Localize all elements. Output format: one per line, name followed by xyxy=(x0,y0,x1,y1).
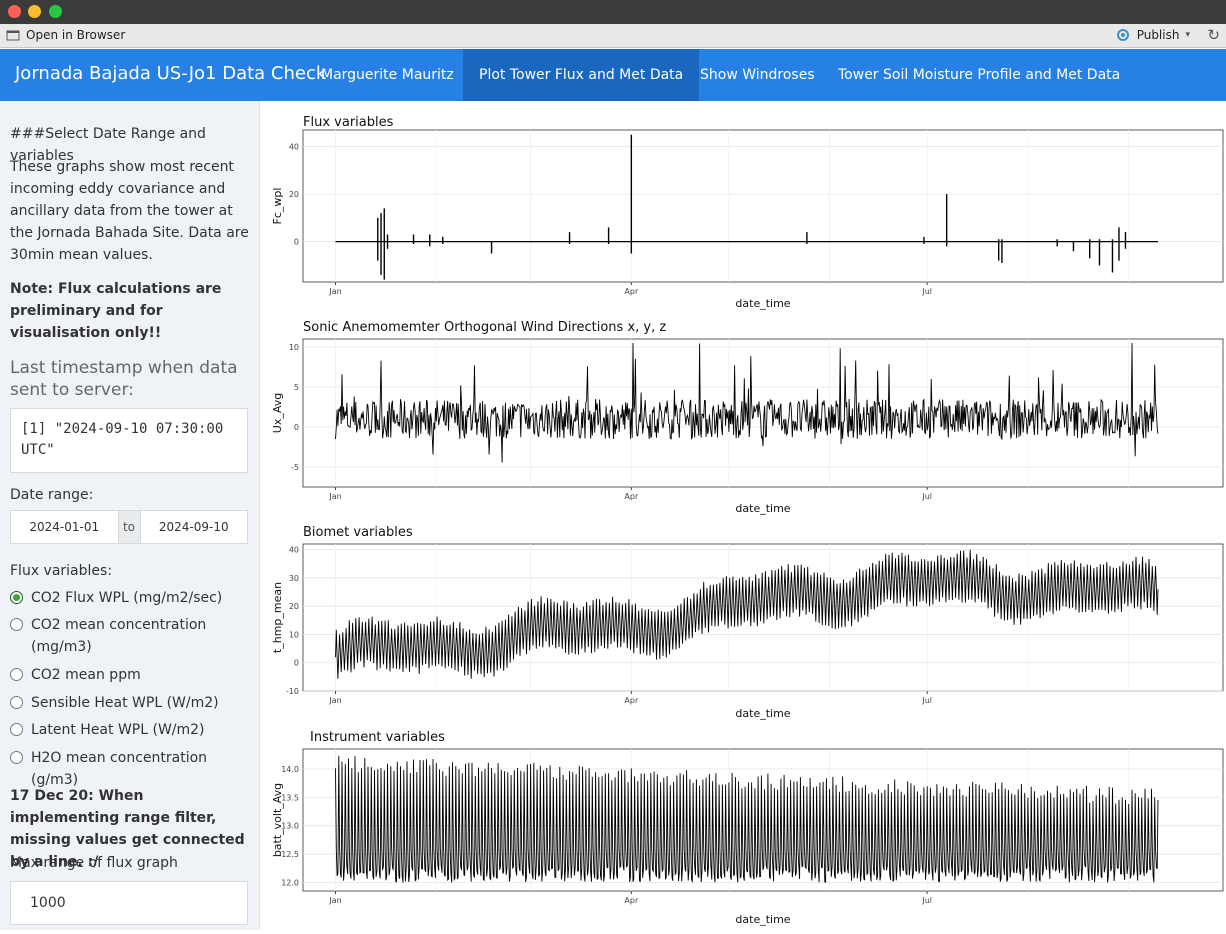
radio-icon[interactable] xyxy=(10,618,23,631)
publish-button[interactable]: Publish ▾ xyxy=(1115,28,1190,42)
y-axis-label: batt_volt_Avg xyxy=(271,783,284,857)
x-axis-label: date_time xyxy=(735,913,790,926)
y-tick-label: 10 xyxy=(289,630,299,639)
flux-option-label: CO2 Flux WPL (mg/m2/sec) xyxy=(31,590,223,606)
date-end-input[interactable]: 2024-09-10 xyxy=(141,511,248,543)
flux-option-label: CO2 mean concentration (mg/m3) xyxy=(31,617,207,655)
x-tick-label: Jul xyxy=(921,492,932,501)
y-axis-label: Fc_wpl xyxy=(271,188,284,225)
chart-1: Flux variables 0 20 40 Jan Apr Jul date_time Fc_… xyxy=(271,115,1224,310)
tab-show-windroses[interactable]: Show Windroses xyxy=(684,49,831,101)
close-window-button[interactable] xyxy=(8,5,21,18)
y-tick-label: 0 xyxy=(294,423,299,432)
x-axis-label: date_time xyxy=(735,297,790,310)
y-tick-label: 20 xyxy=(289,190,299,199)
chart-4: Instrument variables12.012.513.013.514.0… xyxy=(271,730,1224,926)
x-tick-label: Jul xyxy=(921,896,932,905)
y-tick-label: 14.0 xyxy=(281,765,299,774)
chart-3: Biomet variables -10 0 10 20 30 40 Jan Apr Jul dat… xyxy=(271,525,1224,720)
x-tick-label: Jan xyxy=(328,896,341,905)
x-axis-label: date_time xyxy=(735,502,790,515)
open-in-browser-label: Open in Browser xyxy=(26,28,126,42)
open-in-browser-button[interactable]: Open in Browser xyxy=(6,28,125,42)
flux-option-co2-flux[interactable]: CO2 Flux WPL (mg/m2/sec) xyxy=(10,587,250,609)
open-browser-icon xyxy=(6,30,20,41)
publish-label: Publish xyxy=(1136,28,1180,42)
flux-option-co2-concentration[interactable]: CO2 mean concentration (mg/m3) xyxy=(10,614,250,658)
y-axis-label: Ux_Avg xyxy=(271,393,284,433)
flux-variables-label: Flux variables: xyxy=(10,563,113,579)
y-tick-label: 0 xyxy=(294,659,299,668)
x-tick-label: Apr xyxy=(624,492,639,501)
max-range-label: Max range of flux graph xyxy=(10,855,178,871)
last-timestamp-output: [1] "2024-09-10 07:30:00 UTC" xyxy=(10,408,248,473)
y-tick-label: 0 xyxy=(294,238,299,247)
minimize-window-button[interactable] xyxy=(28,5,41,18)
y-tick-label: 12.0 xyxy=(281,878,299,887)
chart-title: Flux variables xyxy=(303,115,394,130)
plot-frame xyxy=(302,543,1224,692)
tab-marguerite-mauritz[interactable]: Marguerite Mauritz xyxy=(305,49,470,101)
tab-soil-moisture[interactable]: Tower Soil Moisture Profile and Met Data xyxy=(822,49,1136,101)
x-tick-label: Apr xyxy=(624,896,639,905)
plots-panel: Flux variables 0 20 40 Jan Apr Jul date_time Fc_… xyxy=(268,101,1226,930)
y-tick-label: 10 xyxy=(289,343,299,352)
y-axis-label: t_hmp_mean xyxy=(271,582,284,653)
viewer-toolbar: Open in Browser Publish ▾ ↻ xyxy=(0,24,1226,48)
radio-icon[interactable] xyxy=(10,751,23,764)
x-tick-label: Apr xyxy=(624,287,639,296)
chart-title: Instrument variables xyxy=(310,730,445,745)
radio-icon[interactable] xyxy=(10,696,23,709)
date-to-label: to xyxy=(117,511,141,543)
date-start-input[interactable]: 2024-01-01 xyxy=(11,511,118,543)
y-tick-label: 30 xyxy=(289,574,299,583)
x-tick-label: Jul xyxy=(921,287,932,296)
date-range-input: 2024-01-01 to 2024-09-10 xyxy=(10,510,248,544)
window-titlebar xyxy=(0,0,1226,24)
flux-option-label: Sensible Heat WPL (W/m2) xyxy=(31,695,219,711)
navbar: Jornada Bajada US-Jo1 Data Check Marguer… xyxy=(0,49,1226,101)
max-range-input[interactable]: 1000 xyxy=(10,881,248,925)
y-tick-label: 20 xyxy=(289,602,299,611)
flux-option-label: CO2 mean ppm xyxy=(31,667,141,683)
plots-svg: Flux variables 0 20 40 Jan Apr Jul date_time Fc_… xyxy=(271,115,1224,926)
sidebar-panel: ###Select Date Range and variables These… xyxy=(0,101,260,930)
chevron-down-icon: ▾ xyxy=(1185,30,1190,40)
y-tick-label: -10 xyxy=(286,687,299,696)
intro-text: These graphs show most recent incoming e… xyxy=(10,159,249,263)
radio-icon[interactable] xyxy=(10,723,23,736)
publish-icon xyxy=(1116,29,1129,41)
y-tick-label: 5 xyxy=(294,383,299,392)
x-tick-label: Jan xyxy=(328,287,341,296)
y-tick-label: 40 xyxy=(289,546,299,555)
x-tick-label: Jan xyxy=(328,696,341,705)
maximize-window-button[interactable] xyxy=(49,5,62,18)
flux-option-sensible-heat[interactable]: Sensible Heat WPL (W/m2) xyxy=(10,692,250,714)
refresh-icon[interactable]: ↻ xyxy=(1207,26,1220,44)
date-range-label: Date range: xyxy=(10,487,94,503)
app-title: Jornada Bajada US-Jo1 Data Check xyxy=(15,63,327,84)
flux-option-co2-ppm[interactable]: CO2 mean ppm xyxy=(10,664,250,686)
y-tick-label: 40 xyxy=(289,143,299,152)
chart-2: Sonic Anemomemter Orthogonal Wind Direct… xyxy=(271,320,1224,515)
tab-plot-tower-flux[interactable]: Plot Tower Flux and Met Data xyxy=(463,49,700,101)
radio-selected-icon[interactable] xyxy=(10,591,23,604)
x-tick-label: Jan xyxy=(328,492,341,501)
chart-title: Biomet variables xyxy=(303,525,413,540)
x-axis-label: date_time xyxy=(735,707,790,720)
last-timestamp-title: Last timestamp when data sent to server: xyxy=(10,358,238,400)
x-tick-label: Apr xyxy=(624,696,639,705)
x-tick-label: Jul xyxy=(921,696,932,705)
radio-icon[interactable] xyxy=(10,668,23,681)
plot-frame xyxy=(302,129,1224,283)
flux-option-label: Latent Heat WPL (W/m2) xyxy=(31,722,205,738)
preliminary-note: Note: Flux calculations are preliminary … xyxy=(10,281,222,341)
flux-option-latent-heat[interactable]: Latent Heat WPL (W/m2) xyxy=(10,719,250,741)
y-tick-label: -5 xyxy=(291,463,299,472)
chart-title: Sonic Anemomemter Orthogonal Wind Direct… xyxy=(303,320,666,335)
